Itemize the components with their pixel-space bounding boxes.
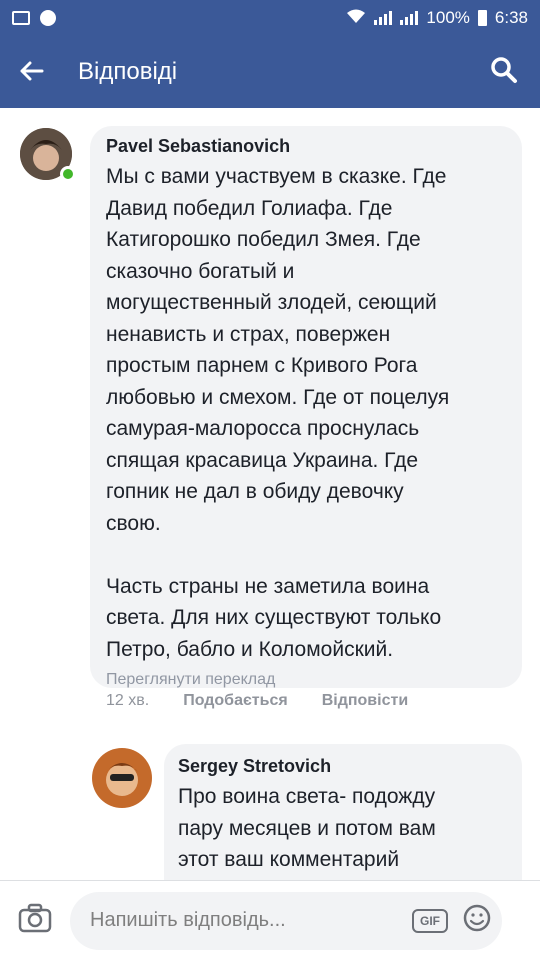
comment-actions: 12 хв. Подобається Відповісти: [106, 692, 442, 710]
comment-text: Мы с вами участвуем в сказке. Где Давид …: [106, 165, 450, 661]
wifi-icon: [346, 8, 366, 29]
signal-icon: [400, 11, 419, 25]
smiley-icon: [462, 903, 492, 938]
see-translation-link[interactable]: Переглянути переклад: [106, 671, 506, 689]
clock: 6:38: [494, 8, 528, 27]
page-title: Відповіді: [78, 58, 178, 85]
back-button[interactable]: [0, 36, 64, 108]
camera-button[interactable]: [0, 881, 70, 960]
app-bar: Відповіді: [0, 36, 540, 108]
battery-percent: 100%: [426, 8, 470, 27]
signal-icon: [374, 11, 393, 25]
battery-icon: [477, 10, 487, 26]
search-icon: [490, 56, 518, 89]
comment-author[interactable]: Sergey Stretovich: [178, 756, 508, 777]
gif-button[interactable]: GIF: [412, 908, 448, 933]
comment: Sergey Stretovich Про воина света- подож…: [0, 730, 540, 924]
comment-text: Про воина света- подожду пару месяцев и …: [178, 785, 436, 871]
online-indicator: [60, 166, 76, 182]
reply-input-container: GIF: [70, 891, 502, 950]
arrow-left-icon: [20, 57, 44, 87]
comment-author[interactable]: Pavel Sebastianovich: [106, 136, 506, 157]
emoji-button[interactable]: [462, 903, 492, 938]
comment-bubble[interactable]: Pavel Sebastianovich Мы с вами участвуем…: [90, 126, 522, 688]
comment: Pavel Sebastianovich Мы с вами участвуем…: [0, 108, 540, 718]
status-bar: 100% 6:38: [0, 0, 540, 36]
reply-button[interactable]: Відповісти: [322, 692, 408, 710]
like-button[interactable]: Подобається: [183, 692, 288, 710]
comment-time: 12 хв.: [106, 692, 150, 709]
messenger-notification-icon: [40, 10, 56, 26]
avatar[interactable]: [92, 748, 152, 808]
reply-composer: GIF: [0, 880, 540, 960]
reply-input[interactable]: [90, 909, 412, 932]
camera-icon: [18, 903, 52, 938]
gallery-notification-icon: [12, 11, 30, 25]
search-button[interactable]: [468, 36, 540, 108]
